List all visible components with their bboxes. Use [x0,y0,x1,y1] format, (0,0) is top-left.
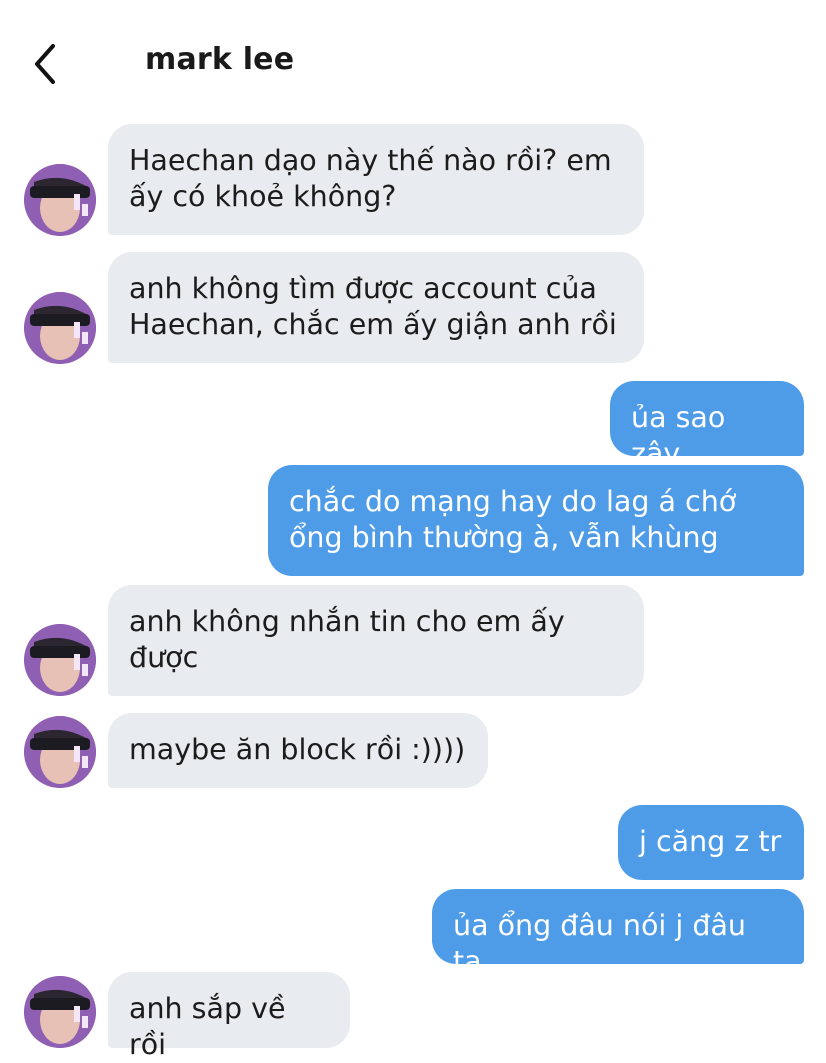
message-bubble-incoming[interactable]: anh không tìm được account của Haechan, … [108,252,644,363]
contact-avatar[interactable] [24,292,96,364]
message-thread: Haechan dạo này thế nào rồi? em ấy có kh… [0,0,826,1061]
message-bubble-incoming[interactable]: anh không nhắn tin cho em ấy được [108,585,644,696]
message-bubble-incoming[interactable]: maybe ăn block rồi :)))) [108,713,488,788]
message-bubble-incoming[interactable]: Haechan dạo này thế nào rồi? em ấy có kh… [108,124,644,235]
contact-avatar[interactable] [24,976,96,1048]
message-bubble-outgoing[interactable]: ủa ổng đâu nói j đâu ta [432,889,804,978]
message-bubble-outgoing[interactable]: ủa sao zậy [610,381,804,470]
contact-avatar[interactable] [24,624,96,696]
message-bubble-incoming[interactable]: anh sắp về rồi [108,972,350,1061]
contact-avatar[interactable] [24,716,96,788]
message-bubble-outgoing[interactable]: chắc do mạng hay do lag á chớ ổng bình t… [268,465,804,576]
contact-avatar[interactable] [24,164,96,236]
message-bubble-outgoing[interactable]: j căng z tr [618,805,804,880]
